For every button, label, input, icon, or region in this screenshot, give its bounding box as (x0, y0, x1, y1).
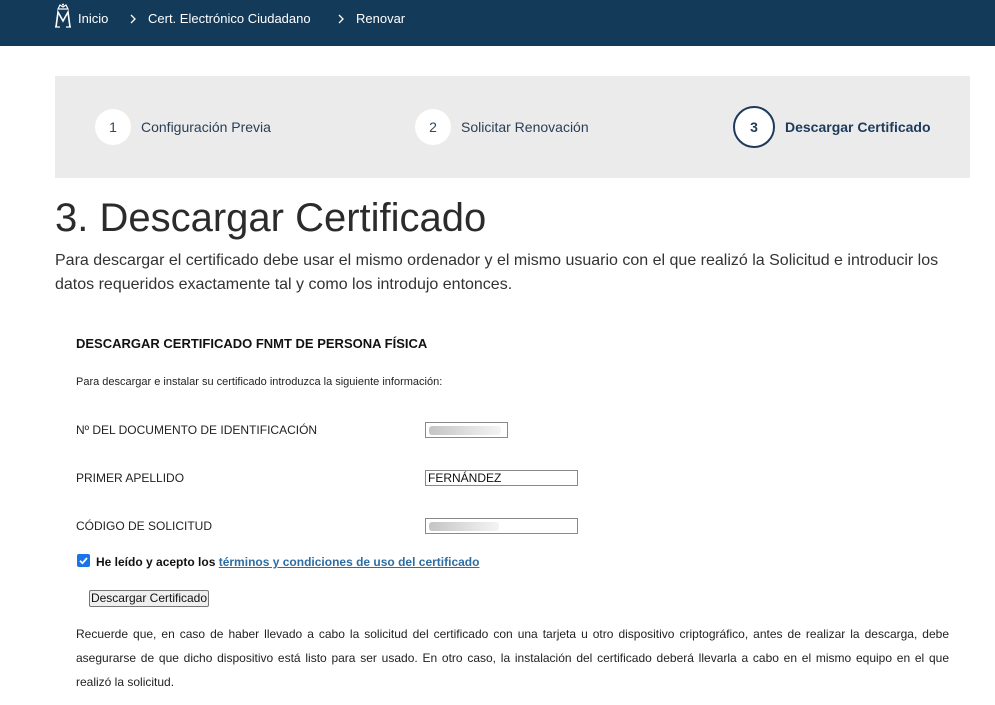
chevron-right-icon (130, 14, 136, 24)
step-indicator: 1 Configuración Previa 2 Solicitar Renov… (55, 76, 970, 178)
top-nav-bar: Inicio Cert. Electrónico Ciudadano Renov… (0, 0, 995, 46)
request-code-field[interactable] (425, 518, 578, 534)
chevron-right-icon (338, 14, 344, 24)
step-1-number: 1 (95, 109, 131, 145)
download-certificate-button[interactable]: Descargar Certificado (89, 590, 209, 607)
intro-text: Para descargar el certificado debe usar … (55, 252, 939, 293)
form-title: DESCARGAR CERTIFICADO FNMT DE PERSONA FÍ… (76, 336, 428, 351)
surname-field[interactable]: FERNÁNDEZ (425, 470, 578, 486)
terms-checkbox[interactable] (77, 554, 90, 567)
step-2-number: 2 (415, 109, 451, 145)
reminder-note: Recuerde que, en caso de haber llevado a… (76, 627, 949, 689)
obscured-value (429, 426, 501, 435)
terms-prefix-text: He leído y acepto los (96, 555, 216, 569)
step-2-label: Solicitar Renovación (461, 119, 589, 135)
crown-logo-icon[interactable] (54, 3, 72, 29)
step-3-label: Descargar Certificado (785, 119, 931, 135)
breadcrumb-home[interactable]: Inicio (78, 11, 108, 27)
breadcrumb-cert-ciudadano[interactable]: Cert. Electrónico Ciudadano (148, 11, 311, 27)
terms-acceptance: He leído y acepto los términos y condici… (96, 555, 479, 569)
request-code-label: CÓDIGO DE SOLICITUD (76, 519, 213, 533)
obscured-value (429, 522, 499, 531)
document-id-field[interactable] (425, 422, 508, 438)
checkmark-icon (79, 557, 88, 565)
breadcrumb-renovar[interactable]: Renovar (356, 11, 405, 27)
step-1-label: Configuración Previa (141, 119, 271, 135)
step-3-number: 3 (733, 106, 775, 148)
surname-label: PRIMER APELLIDO (76, 471, 185, 485)
document-id-label: Nº DEL DOCUMENTO DE IDENTIFICACIÓN (76, 423, 318, 437)
form-description: Para descargar e instalar su certificado… (76, 376, 443, 388)
page-title: 3. Descargar Certificado (55, 196, 487, 240)
terms-link[interactable]: términos y condiciones de uso del certif… (219, 555, 480, 569)
